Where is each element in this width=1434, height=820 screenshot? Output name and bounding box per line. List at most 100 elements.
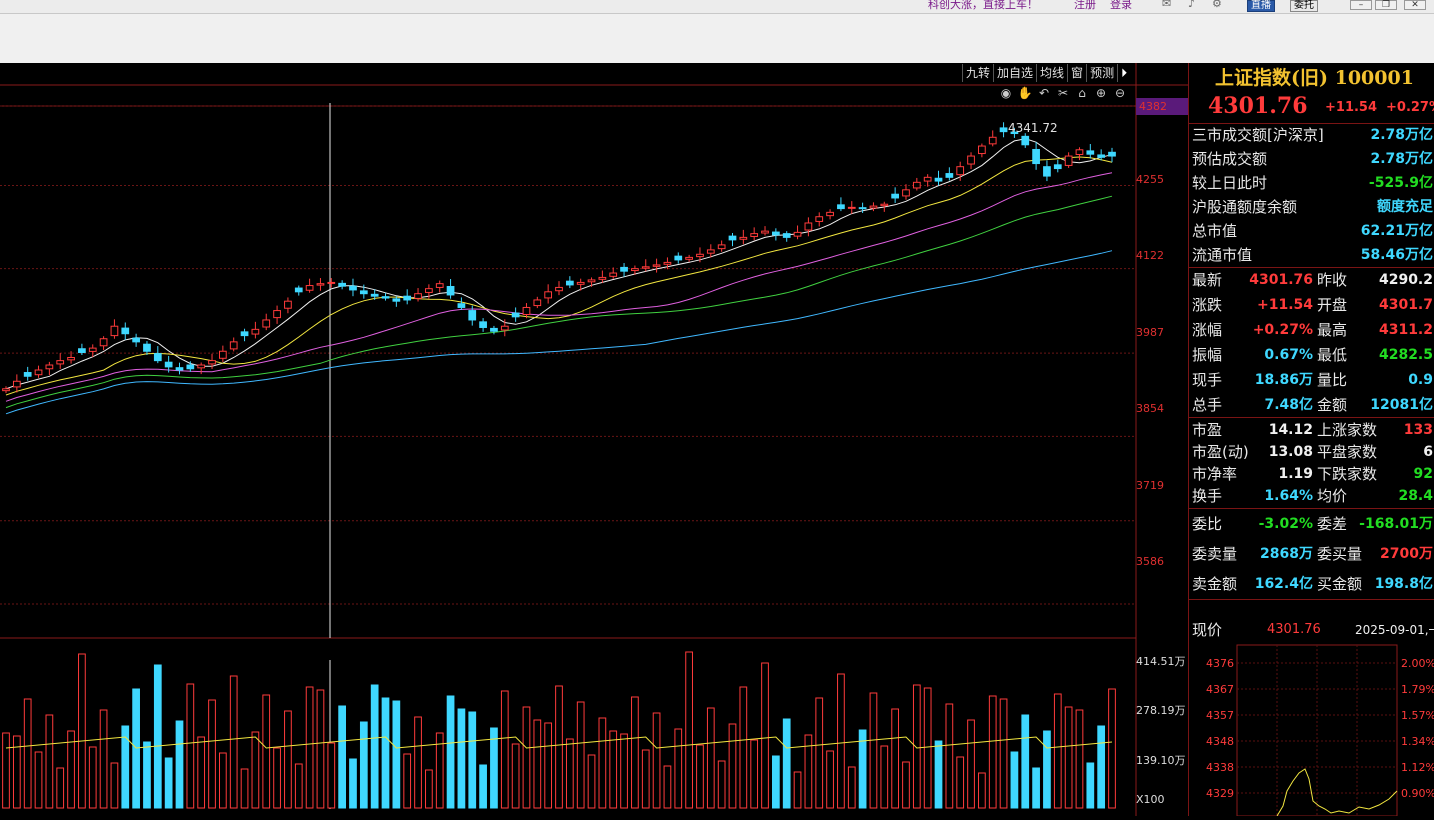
- candle-body: [284, 300, 292, 309]
- volume-bar: [598, 717, 607, 809]
- volume-bar: [479, 764, 487, 809]
- toolbar-predict-button[interactable]: 预测: [1086, 64, 1117, 82]
- toolbar-add-watch-button[interactable]: 加自选: [993, 64, 1036, 82]
- volume-bar: [891, 708, 899, 809]
- candle-body: [500, 325, 509, 331]
- settings-icon[interactable]: ⚙: [1212, 0, 1222, 10]
- candle-body: [99, 338, 108, 347]
- volume-bar: [945, 703, 954, 809]
- volume-bar: [45, 714, 54, 809]
- candle-body: [132, 337, 140, 343]
- quote-value: 1.19: [1278, 466, 1313, 482]
- zoom-out-icon[interactable]: ⊖: [1112, 85, 1128, 101]
- quote-label: 市盈: [1192, 421, 1223, 439]
- candle-body: [110, 325, 119, 337]
- quote-value: +11.54: [1256, 297, 1313, 313]
- candle-body: [750, 233, 759, 237]
- volume-bar: [826, 750, 834, 809]
- divider: [1189, 267, 1434, 268]
- volume-bar: [403, 753, 412, 809]
- volume-bar: [880, 745, 889, 809]
- candle-body: [23, 372, 32, 377]
- hand-icon[interactable]: ✋: [1017, 85, 1033, 101]
- lock-icon[interactable]: ⌂: [1074, 85, 1090, 101]
- volume-bar: [349, 758, 357, 809]
- restore-button[interactable]: ❐: [1375, 0, 1397, 10]
- quote-value: 6: [1423, 444, 1433, 460]
- eye-icon[interactable]: ◉: [998, 85, 1014, 101]
- candle-body: [175, 367, 184, 371]
- toolbar-window-button[interactable]: 窗: [1067, 64, 1086, 82]
- candle-body: [403, 295, 412, 301]
- volume-bar: [522, 706, 531, 809]
- volume-bar: [219, 752, 227, 809]
- divider: [1189, 417, 1434, 418]
- index-title: 上证指数(旧) 100001: [1215, 67, 1414, 89]
- minimize-button[interactable]: –: [1350, 0, 1372, 10]
- candle-body: [262, 319, 271, 328]
- price-axis-highlight: 4382: [1136, 98, 1188, 115]
- volume-bar: [837, 673, 845, 809]
- quote-value: 额度充足: [1377, 199, 1433, 215]
- collapse-panel-icon[interactable]: ⏵: [1117, 64, 1130, 82]
- candle-body: [490, 327, 498, 332]
- volume-bar: [338, 705, 346, 809]
- quote-value: 18.86万: [1254, 372, 1313, 388]
- candle-body: [576, 281, 585, 285]
- bell-icon[interactable]: ♪: [1188, 0, 1195, 10]
- candle-body: [565, 280, 574, 286]
- candle-body: [934, 177, 943, 182]
- volume-bar: [847, 766, 856, 809]
- volume-bar: [652, 712, 661, 809]
- mini-price-tick: 4348: [1206, 735, 1234, 748]
- intraday-mini-chart[interactable]: 4376 2.00% 4367 1.79% 4357 1.57% 4348 1.34% 4338…: [1189, 641, 1434, 816]
- login-link[interactable]: 登录: [1110, 0, 1132, 12]
- mail-icon[interactable]: ✉: [1162, 0, 1171, 10]
- toolbar-jiuzhuan-button[interactable]: 九转: [962, 64, 993, 82]
- volume-bar: [576, 701, 585, 809]
- quote-value: 162.4亿: [1254, 576, 1313, 592]
- volume-bar: [544, 722, 553, 809]
- now-price-value: 4301.76: [1267, 622, 1321, 637]
- candle-body: [652, 264, 661, 267]
- volume-bar: [88, 746, 97, 809]
- candle-body: [598, 276, 607, 280]
- undo-icon[interactable]: ↶: [1036, 85, 1052, 101]
- mini-pct-tick: 1.57%: [1401, 709, 1434, 722]
- kline-svg[interactable]: [0, 63, 1188, 816]
- candle-body: [587, 279, 596, 283]
- volume-bar: [359, 721, 368, 809]
- live-button[interactable]: 直播: [1247, 0, 1275, 12]
- volume-bar: [468, 711, 477, 809]
- quote-label: 市净率: [1192, 465, 1238, 483]
- volume-bar: [988, 695, 997, 809]
- register-link[interactable]: 注册: [1074, 0, 1096, 12]
- toolbar-ma-button[interactable]: 均线: [1036, 64, 1067, 82]
- candle-body: [685, 256, 693, 260]
- close-button[interactable]: ✕: [1404, 0, 1426, 10]
- price-axis-tick: 3719: [1136, 479, 1164, 492]
- volume-bar: [1043, 730, 1051, 809]
- volume-bar: [446, 695, 455, 809]
- order-button[interactable]: 委托: [1290, 0, 1318, 12]
- quote-label: 涨跌: [1192, 296, 1223, 314]
- volume-bar: [782, 718, 791, 809]
- volume-bar: [609, 730, 618, 809]
- volume-bar: [1086, 762, 1095, 809]
- volume-bar: [620, 733, 628, 809]
- candle-body: [468, 310, 477, 321]
- candle-body: [1086, 150, 1095, 155]
- volume-bar: [164, 757, 173, 809]
- candle-body: [208, 360, 216, 365]
- quote-value: 0.67%: [1264, 347, 1313, 363]
- promo-link[interactable]: 科创大涨，直接上车！: [928, 0, 1038, 12]
- candle-body: [522, 306, 531, 315]
- zoom-in-icon[interactable]: ⊕: [1093, 85, 1109, 101]
- kline-chart-area[interactable]: [0, 63, 1188, 816]
- candle-body: [923, 176, 932, 182]
- quote-value: 4301.7: [1378, 297, 1433, 313]
- volume-bar: [251, 731, 260, 809]
- quote-value: -525.9亿: [1368, 175, 1433, 191]
- scissors-icon[interactable]: ✂: [1055, 85, 1071, 101]
- quote-value: +0.27%: [1252, 322, 1313, 338]
